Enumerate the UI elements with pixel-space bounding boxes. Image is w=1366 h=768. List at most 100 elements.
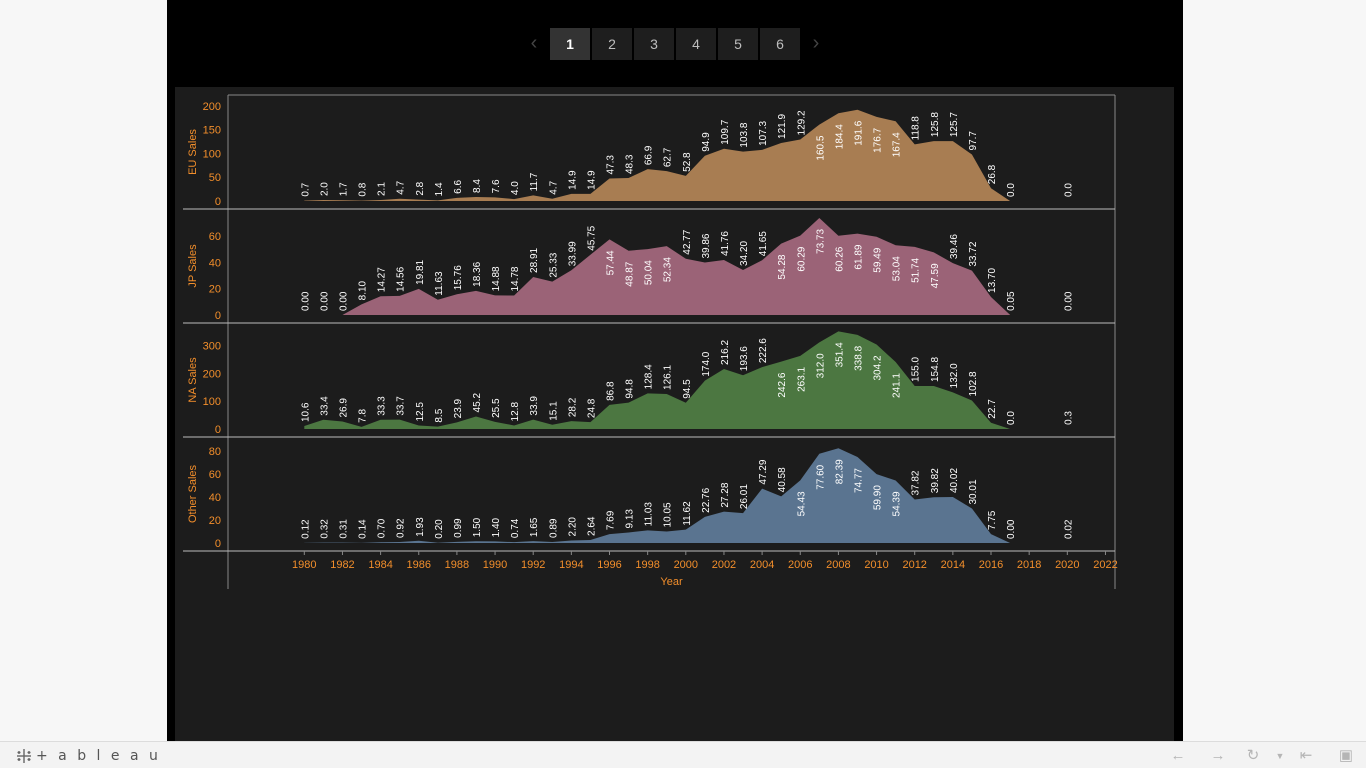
data-label: 1.4: [434, 182, 445, 196]
page-button-1[interactable]: 1: [550, 28, 590, 60]
data-label: 125.8: [930, 112, 941, 137]
undo-icon[interactable]: ←: [1168, 746, 1188, 766]
x-tick-label: 1996: [597, 559, 621, 571]
area-na-sales: [304, 331, 1011, 429]
y-tick-label: 100: [203, 396, 221, 408]
data-label: 59.90: [873, 485, 884, 510]
data-label: 34.20: [739, 241, 750, 266]
page-button-3[interactable]: 3: [634, 28, 674, 60]
data-label: 0.00: [338, 291, 349, 311]
data-label: 7.8: [358, 408, 369, 422]
data-label: 0.00: [1063, 291, 1074, 311]
y-tick-label: 20: [209, 284, 221, 296]
data-label: 128.4: [644, 364, 655, 389]
data-label: 0.00: [300, 291, 311, 311]
y-tick-label: 20: [209, 515, 221, 527]
data-label: 126.1: [663, 365, 674, 390]
data-label: 40.58: [777, 467, 788, 492]
data-label: 33.4: [319, 396, 330, 416]
data-label: 60.26: [834, 246, 845, 271]
data-label: 0.31: [338, 519, 349, 539]
data-label: 33.9: [529, 396, 540, 416]
data-label: 121.9: [777, 113, 788, 138]
data-label: 14.88: [491, 266, 502, 291]
story-pager: ‹ 123456 ›: [167, 28, 1183, 60]
data-label: 54.28: [777, 254, 788, 279]
panel-jp-sales: 0.00 0.00 0.00 8.10 14.27 14.56 19.81 11.63 15.7…: [183, 217, 1115, 324]
data-label: 107.3: [758, 120, 769, 145]
chevron-right-icon[interactable]: ›: [804, 28, 828, 60]
y-tick-label: 0: [215, 310, 221, 322]
data-label: 0.05: [1006, 291, 1017, 311]
data-label: 4.7: [548, 180, 559, 194]
data-label: 191.6: [853, 120, 864, 145]
data-label: 37.82: [911, 470, 922, 495]
chevron-left-icon[interactable]: ‹: [522, 28, 546, 60]
data-label: 7.6: [491, 179, 502, 193]
data-label: 8.10: [358, 280, 369, 300]
data-label: 1.50: [472, 517, 483, 537]
data-label: 33.3: [377, 396, 388, 416]
data-label: 39.82: [930, 468, 941, 493]
y-tick-label: 200: [203, 368, 221, 380]
page-button-2[interactable]: 2: [592, 28, 632, 60]
data-label: 33.72: [968, 241, 979, 266]
area-other-sales: [304, 448, 1011, 543]
data-label: 1.65: [529, 517, 540, 537]
data-label: 0.20: [434, 519, 445, 539]
y-axis-label: Other Sales: [187, 464, 199, 523]
data-label: 12.8: [510, 402, 521, 422]
data-label: 241.1: [892, 373, 903, 398]
data-label: 0.12: [300, 519, 311, 539]
y-tick-label: 60: [209, 231, 221, 243]
page-button-4[interactable]: 4: [676, 28, 716, 60]
y-tick-label: 0: [215, 538, 221, 550]
data-label: 155.0: [911, 356, 922, 381]
data-label: 42.77: [682, 229, 693, 254]
page-button-6[interactable]: 6: [760, 28, 800, 60]
data-label: 0.7: [300, 182, 311, 196]
data-label: 176.7: [873, 127, 884, 152]
data-label: 167.4: [892, 132, 903, 157]
y-axis-label: JP Sales: [187, 244, 199, 288]
data-label: 14.78: [510, 266, 521, 291]
data-label: 28.2: [567, 397, 578, 417]
revert-dropdown-icon[interactable]: ▼: [1270, 746, 1290, 766]
data-label: 216.2: [720, 339, 731, 364]
data-label: 94.8: [625, 379, 636, 399]
data-label: 129.2: [796, 110, 807, 135]
data-label: 15.1: [548, 401, 559, 421]
data-label: 25.5: [491, 398, 502, 418]
data-label: 0.00: [1006, 519, 1017, 539]
data-label: 14.9: [586, 170, 597, 190]
x-tick-label: 1986: [407, 559, 431, 571]
reset-icon[interactable]: ⇤: [1296, 746, 1316, 766]
data-label: 10.05: [663, 502, 674, 527]
tableau-logo: + a b l e a u: [16, 747, 161, 765]
y-axis-label: EU Sales: [187, 129, 199, 175]
data-label: 0.0: [1063, 183, 1074, 197]
data-label: 52.34: [663, 257, 674, 282]
x-tick-label: 2014: [941, 559, 965, 571]
fullscreen-icon[interactable]: ▣: [1336, 746, 1356, 766]
data-label: 118.8: [911, 116, 922, 141]
x-tick-label: 2022: [1093, 559, 1117, 571]
data-label: 338.8: [853, 345, 864, 370]
data-label: 12.5: [415, 402, 426, 422]
y-axis-label: NA Sales: [187, 357, 199, 403]
area-eu-sales: [304, 109, 1011, 201]
data-label: 14.9: [567, 170, 578, 190]
data-label: 11.62: [682, 501, 693, 526]
data-label: 0.3: [1063, 411, 1074, 425]
page-button-5[interactable]: 5: [718, 28, 758, 60]
data-label: 2.64: [586, 516, 597, 536]
data-label: 39.86: [701, 233, 712, 258]
revert-icon[interactable]: ↻: [1243, 746, 1263, 766]
data-label: 30.01: [968, 479, 979, 504]
y-tick-label: 300: [203, 341, 221, 353]
x-tick-label: 1982: [330, 559, 354, 571]
redo-icon[interactable]: →: [1208, 746, 1228, 766]
data-label: 11.63: [434, 271, 445, 296]
y-tick-label: 150: [203, 125, 221, 137]
y-tick-label: 0: [215, 424, 221, 436]
